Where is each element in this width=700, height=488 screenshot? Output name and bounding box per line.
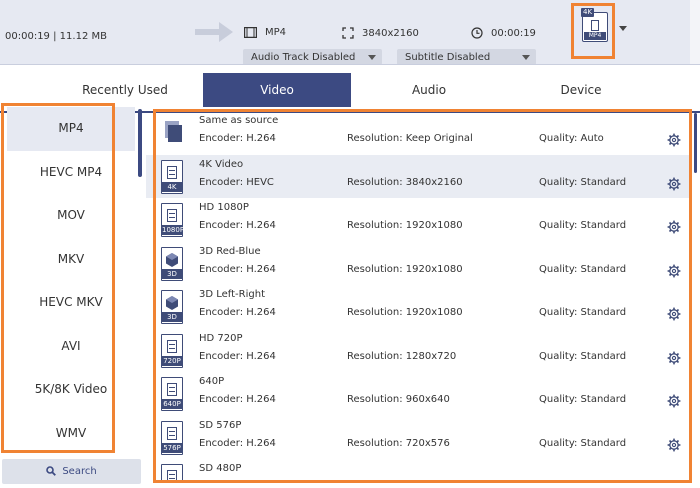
format-dropdown-arrow-icon[interactable] bbox=[619, 26, 627, 31]
window-edge bbox=[690, 0, 700, 64]
format-panel: Recently Used Video Audio Device MP4 HEV… bbox=[0, 64, 700, 488]
format-button-badge: 4K bbox=[581, 8, 595, 17]
resolution-icon bbox=[342, 27, 354, 39]
search-label: Search bbox=[62, 466, 97, 477]
source-info: 00:00:19 | 11.12 MB bbox=[5, 31, 107, 42]
output-format-info: MP4 bbox=[244, 27, 286, 38]
audio-track-value: Audio Track Disabled bbox=[251, 52, 356, 63]
preset-list-scrollbar[interactable] bbox=[694, 113, 697, 173]
source-size: 11.12 MB bbox=[59, 31, 107, 42]
tab-audio[interactable]: Audio bbox=[351, 73, 507, 107]
tab-video[interactable]: Video bbox=[203, 73, 351, 107]
subtitle-dropdown[interactable]: Subtitle Disabled bbox=[397, 49, 536, 65]
output-duration: 00:00:19 bbox=[491, 27, 536, 39]
film-icon bbox=[591, 20, 599, 31]
output-resolution-info: 3840x2160 bbox=[342, 27, 419, 39]
output-format: MP4 bbox=[265, 27, 287, 38]
tab-device[interactable]: Device bbox=[507, 73, 655, 107]
tab-recently-used[interactable]: Recently Used bbox=[47, 73, 203, 107]
format-list-scrollbar[interactable] bbox=[138, 109, 142, 177]
format-list-highlight bbox=[1, 103, 115, 453]
preset-list-highlight bbox=[153, 109, 692, 483]
search-icon bbox=[46, 466, 57, 476]
output-resolution: 3840x2160 bbox=[362, 27, 419, 39]
format-button-label: MP4 bbox=[584, 32, 606, 40]
subtitle-value: Subtitle Disabled bbox=[405, 52, 491, 63]
video-format-icon bbox=[244, 27, 257, 38]
source-duration: 00:00:19 bbox=[5, 31, 50, 42]
output-settings-bar: 00:00:19 | 11.12 MB MP4 3840x2160 00:00:… bbox=[0, 0, 700, 65]
output-duration-info: 00:00:19 bbox=[471, 27, 536, 39]
search-button[interactable]: Search bbox=[2, 459, 141, 484]
output-format-button[interactable]: 4K MP4 bbox=[581, 8, 608, 42]
chevron-down-icon bbox=[368, 55, 376, 60]
clock-icon bbox=[471, 27, 483, 39]
audio-track-dropdown[interactable]: Audio Track Disabled bbox=[243, 49, 382, 65]
convert-arrow-icon bbox=[195, 22, 233, 42]
chevron-down-icon bbox=[522, 55, 530, 60]
